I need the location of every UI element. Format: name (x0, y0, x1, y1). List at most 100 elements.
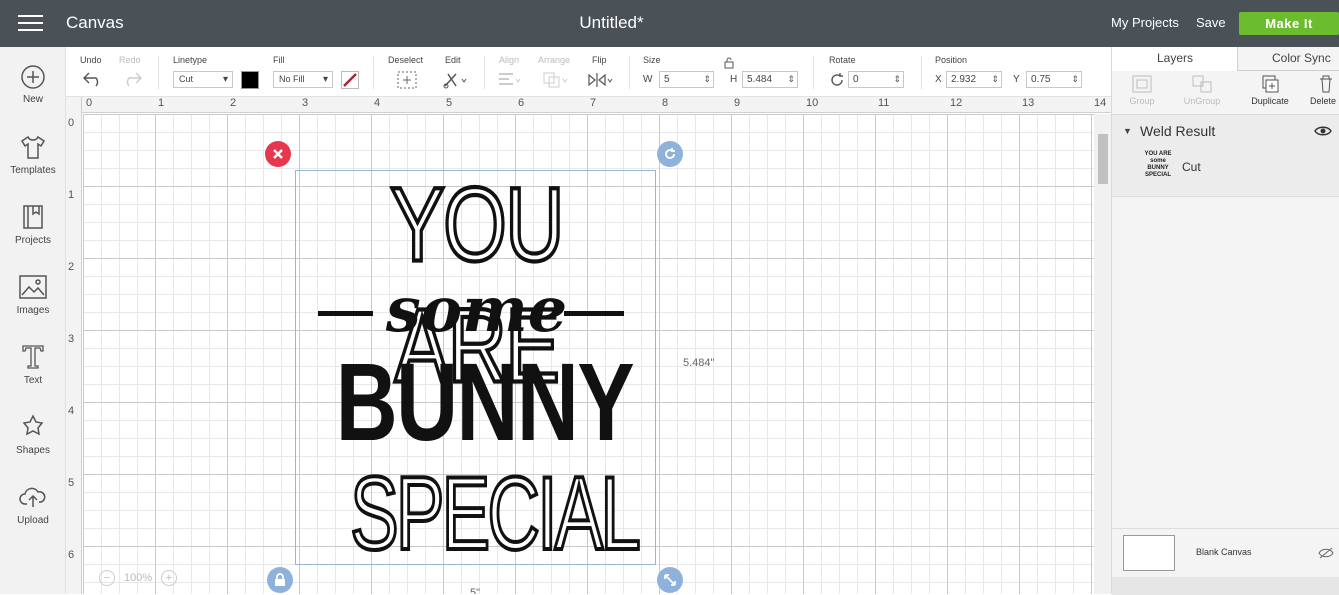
tab-layers[interactable]: Layers (1157, 51, 1193, 65)
fill-label: Fill (273, 55, 285, 65)
redo-icon (126, 72, 142, 87)
linetype-color-swatch[interactable] (241, 71, 259, 89)
edit-label: Edit (445, 55, 461, 65)
y-label: Y (1013, 74, 1020, 85)
height-input[interactable]: 5.484 (742, 71, 798, 88)
rotate-input[interactable]: 0 (848, 71, 904, 88)
eye-hidden-icon[interactable] (1318, 547, 1334, 559)
lock-icon[interactable] (724, 57, 734, 69)
flip-label: Flip (592, 55, 607, 65)
ungroup-icon (1192, 75, 1212, 93)
resize-handle[interactable] (657, 567, 683, 593)
redo-label: Redo (119, 55, 141, 65)
panel-tabs: Layers Color Sync (1112, 47, 1339, 71)
ruler-tick-label: 5 (68, 477, 75, 489)
ruler-tick-label: 7 (590, 97, 597, 109)
ruler-tick-label: 3 (68, 333, 75, 345)
divider (921, 56, 922, 89)
scrollbar-thumb[interactable] (1098, 134, 1108, 184)
tab-color-sync[interactable]: Color Sync (1272, 51, 1331, 65)
delete-button[interactable]: Delete (1310, 74, 1339, 106)
y-position-input[interactable]: 0.75 (1026, 71, 1082, 88)
design-line-bunny: BUNNY (335, 341, 635, 464)
sidebar-item-shapes[interactable]: Shapes (0, 413, 66, 456)
ruler-tick-label: 0 (86, 97, 93, 109)
document-title[interactable]: Untitled* (0, 13, 1223, 33)
my-projects-link[interactable]: My Projects (1111, 15, 1179, 30)
ruler-tick-label: 5 (446, 97, 453, 109)
sidebar-item-upload[interactable]: Upload (0, 483, 66, 526)
ruler-tick-label: 6 (68, 549, 75, 561)
thumbnail-line: SPECIAL (1144, 172, 1171, 178)
save-button[interactable]: Save (1196, 15, 1226, 30)
ruler-tick-label: 1 (158, 97, 165, 109)
ruler-tick-label: 11 (878, 97, 890, 109)
image-icon (19, 275, 47, 299)
delete-label: Delete (1310, 96, 1337, 106)
thumbnail-line: BUNNY (1147, 165, 1169, 171)
group-button[interactable]: Group (1112, 74, 1172, 106)
rotate-icon (831, 73, 843, 86)
design-line-special: SPECIAL (349, 454, 643, 574)
sidebar-item-label: Projects (14, 235, 52, 246)
layer-item-label[interactable]: Cut (1182, 160, 1201, 174)
edit-toolbar: Undo Redo Linetype Cut Fill No Fill Dese… (66, 47, 1111, 97)
ruler-tick-label: 2 (68, 261, 75, 273)
sidebar-item-new[interactable]: New (0, 64, 66, 105)
make-it-button[interactable]: Make It (1239, 12, 1339, 35)
ruler-tick-label: 4 (374, 97, 381, 109)
expand-caret-icon[interactable]: ▼ (1123, 126, 1132, 136)
top-ruler: 0 1 2 3 4 5 6 7 8 9 10 11 12 13 14 (66, 97, 1111, 113)
ungroup-button[interactable]: UnGroup (1172, 74, 1232, 106)
zoom-in-icon[interactable]: + (161, 570, 177, 586)
divider (158, 56, 159, 89)
duplicate-button[interactable]: Duplicate (1240, 74, 1300, 106)
sidebar-item-templates[interactable]: Templates (0, 133, 66, 176)
width-input[interactable]: 5 (659, 71, 714, 88)
x-position-input[interactable]: 2.932 (946, 71, 1002, 88)
delete-handle[interactable] (265, 141, 291, 167)
duplicate-icon (1262, 75, 1279, 93)
position-label: Position (935, 55, 968, 65)
tshirt-icon (20, 135, 46, 159)
width-label: W (643, 74, 653, 85)
align-label: Align (499, 55, 520, 65)
sidebar-item-projects[interactable]: Projects (0, 203, 66, 246)
blank-canvas-label: Blank Canvas (1196, 547, 1252, 557)
eye-icon[interactable] (1314, 125, 1332, 137)
design-canvas[interactable]: 0 1 2 3 4 5 6 7 8 9 10 11 12 13 14 0 1 2… (66, 97, 1111, 594)
blank-canvas-row[interactable]: Blank Canvas (1112, 528, 1339, 595)
arrange-icon (543, 72, 568, 88)
thumbnail-line: YOU ARE (1144, 151, 1172, 157)
zoom-out-icon[interactable]: − (99, 570, 115, 586)
fill-color-swatch-icon[interactable] (341, 71, 359, 89)
close-icon (273, 149, 283, 159)
plus-circle-icon (21, 65, 45, 89)
fill-select[interactable]: No Fill (273, 71, 333, 88)
divider (813, 56, 814, 89)
blank-canvas-swatch[interactable] (1123, 535, 1175, 571)
linetype-label: Linetype (173, 55, 208, 65)
layer-actions: Group UnGroup Duplicate Delete (1112, 71, 1339, 115)
linetype-select[interactable]: Cut (173, 71, 233, 88)
lock-handle[interactable] (267, 567, 293, 593)
arrange-label: Arrange (538, 55, 571, 65)
cloud-upload-icon (19, 487, 46, 507)
ungroup-label: UnGroup (1183, 96, 1221, 106)
sidebar-item-text[interactable]: Text (0, 343, 66, 386)
zoom-control: − 100% + (97, 567, 187, 591)
rotate-handle[interactable] (657, 141, 683, 167)
left-sidebar: New Templates Projects Images Text Shape… (0, 47, 66, 594)
sidebar-item-label: Shapes (16, 445, 50, 456)
divider (484, 56, 485, 89)
text-t-icon (22, 345, 44, 369)
ruler-tick-label: 2 (230, 97, 237, 109)
layer-group-weld-result[interactable]: ▼ Weld Result YOU ARE some BUNNY SPECIAL… (1112, 115, 1339, 197)
selected-design[interactable]: YOU ARE some BUNNY SPECIAL (295, 164, 656, 574)
canvas-scrollbar[interactable] (1094, 114, 1111, 594)
sidebar-item-images[interactable]: Images (0, 273, 66, 316)
group-icon (1132, 75, 1152, 93)
sidebar-item-label: Text (23, 375, 43, 386)
top-bar: Canvas Untitled* My Projects Save Make I… (0, 0, 1339, 47)
thumbnail-line: some (1150, 158, 1166, 164)
